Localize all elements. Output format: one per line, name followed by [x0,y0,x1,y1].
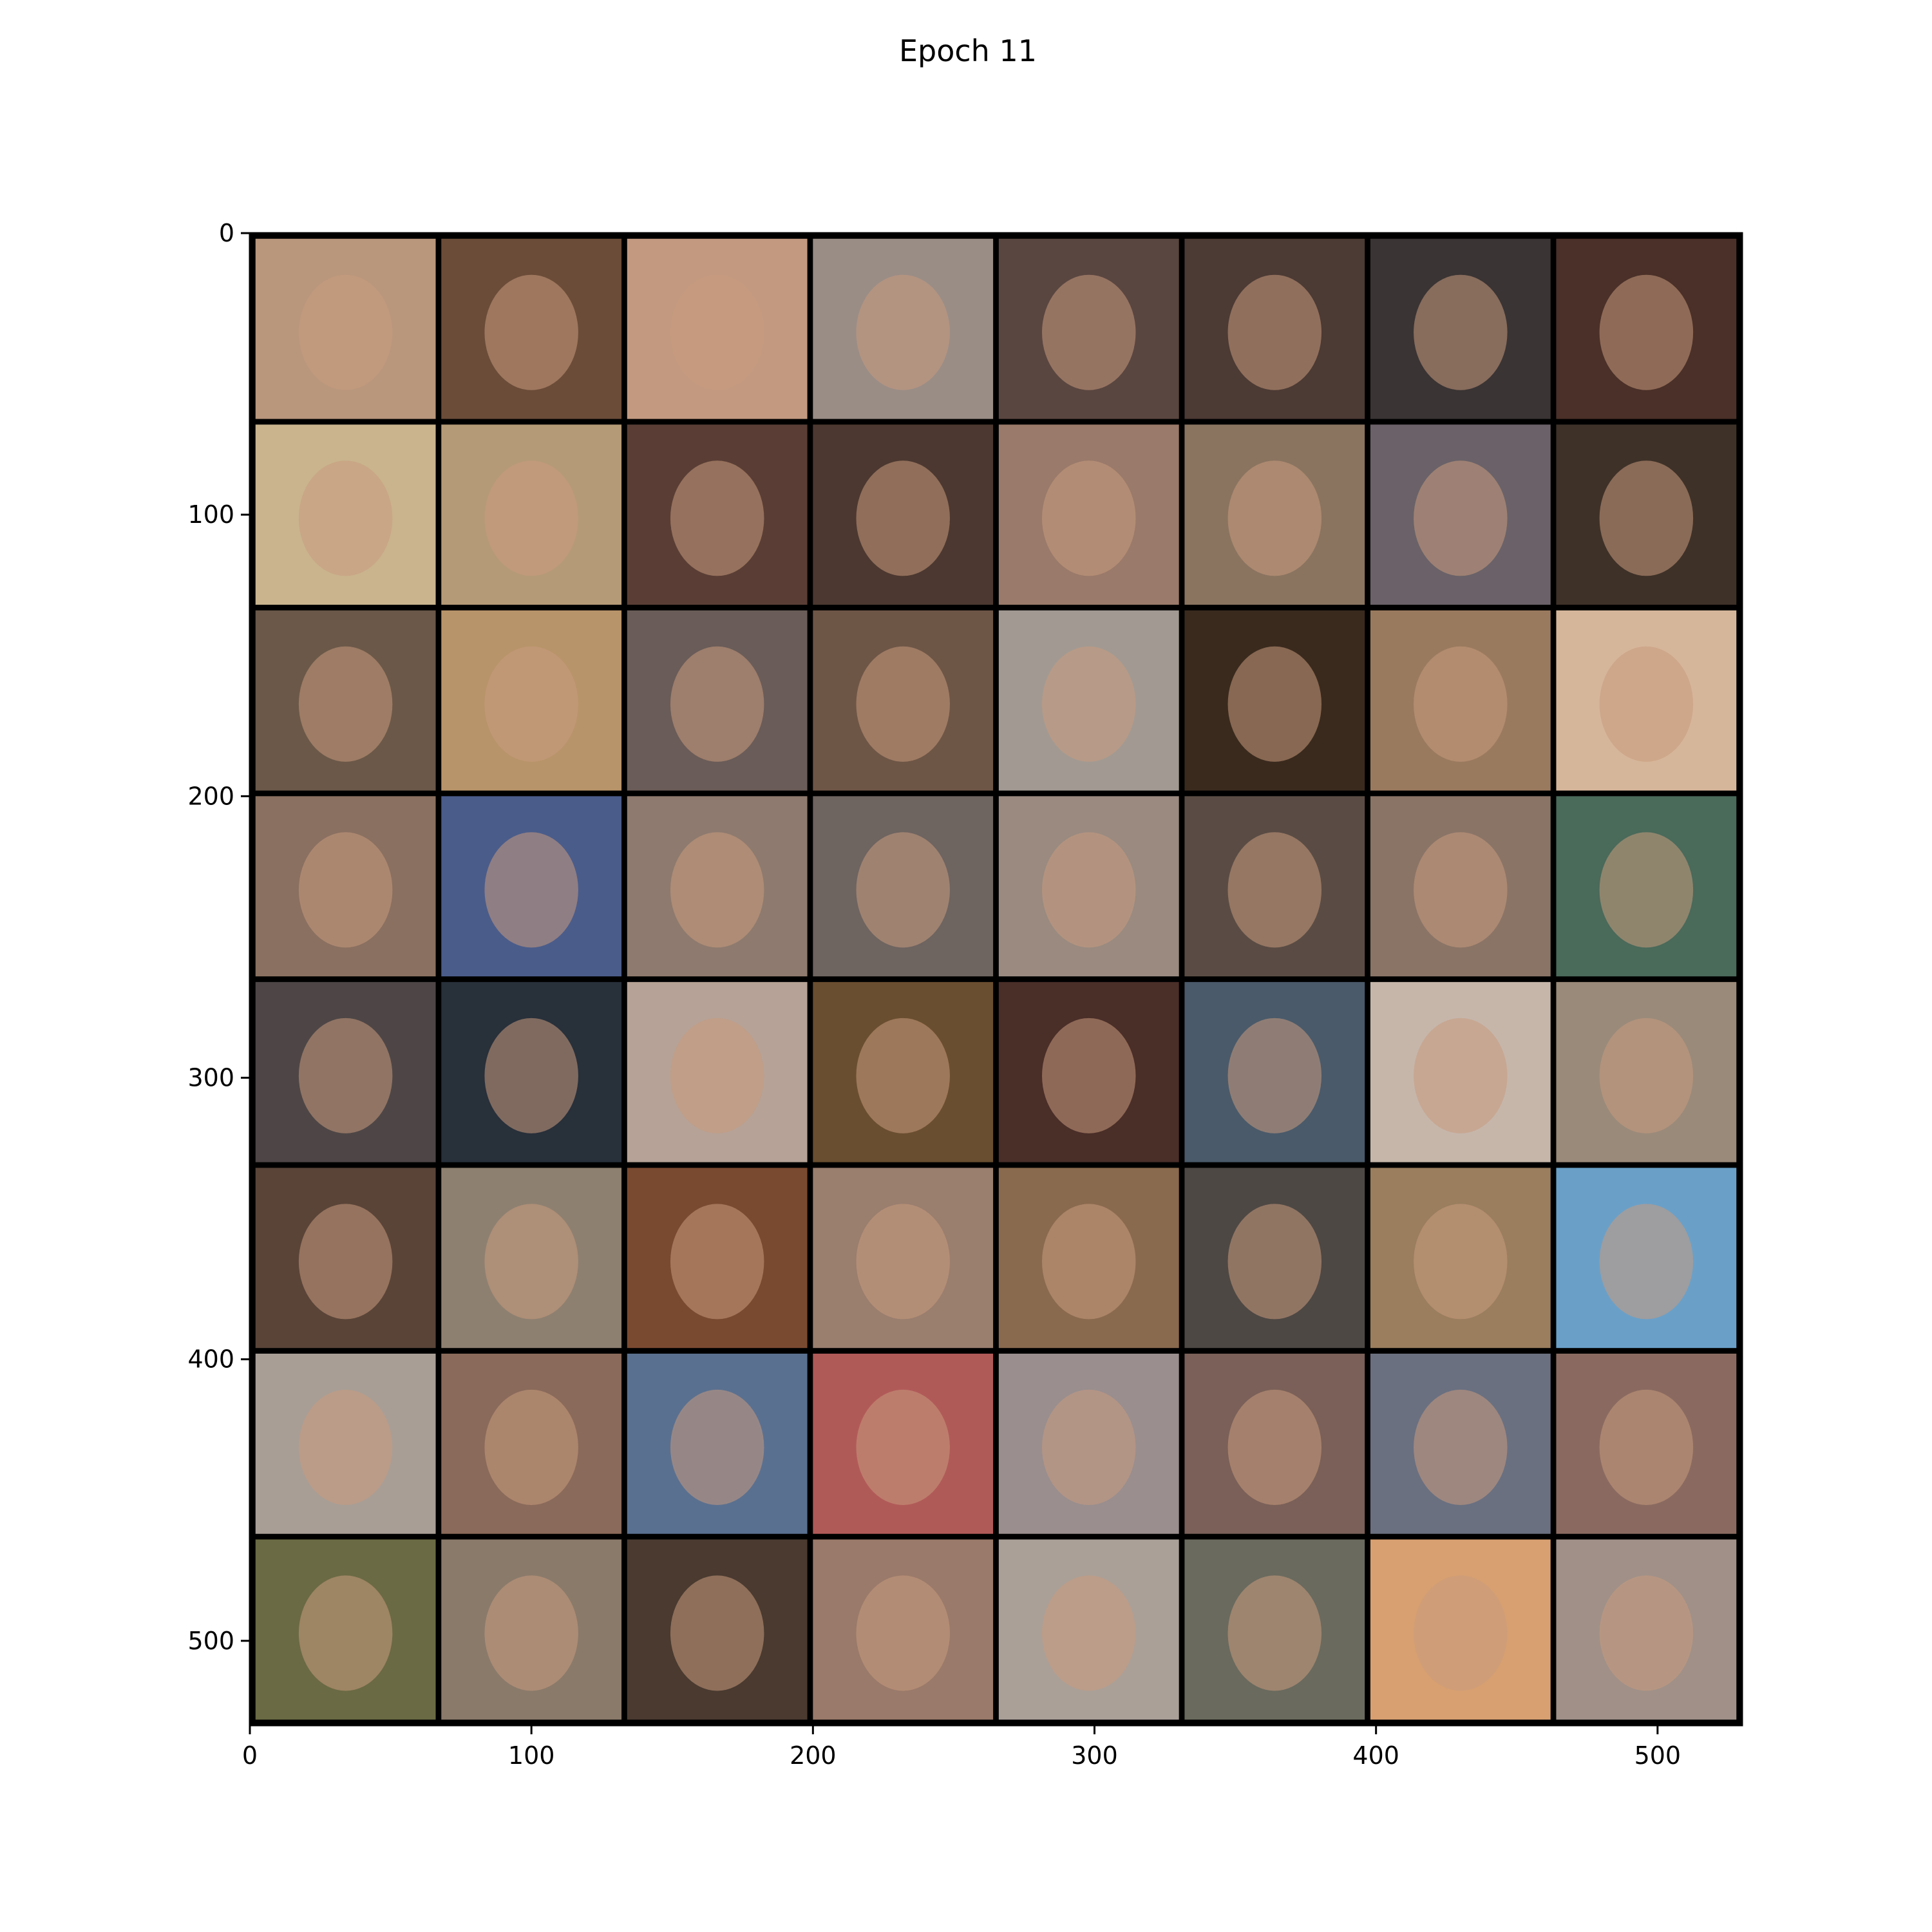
face-blob [856,1575,950,1691]
face-blob [1599,1204,1694,1320]
face-blob [1042,1018,1136,1133]
chart-title: Epoch 11 [899,33,1037,68]
y-tick-label: 300 [187,1064,234,1092]
face-blob [856,460,950,576]
y-tick-label: 400 [187,1345,234,1374]
face-blob [1599,1018,1694,1133]
face-blob [298,646,393,762]
face-blob [1227,1575,1322,1691]
face-blob [856,1018,950,1133]
face-blob [670,460,764,576]
face-blob [856,646,950,762]
y-tick-label: 200 [187,782,234,810]
face-blob [484,460,578,576]
face-blob [670,1575,764,1691]
face-blob [856,832,950,948]
face-blob [1414,1204,1508,1320]
face-blob [856,1204,950,1320]
face-blob [1042,1575,1136,1691]
face-blob [1227,1018,1322,1133]
face-blob [298,1575,393,1691]
face-blob [1414,460,1508,576]
face-blob [298,1018,393,1133]
x-tick-label: 300 [1071,1741,1118,1770]
face-blob [670,1018,764,1133]
y-tick-label: 0 [219,219,234,247]
face-blob [1599,832,1694,948]
face-blob [856,1389,950,1505]
face-blob [1042,1204,1136,1320]
face-blob [1227,646,1322,762]
face-blob [484,646,578,762]
face-blob [670,1389,764,1505]
x-tick-label: 400 [1352,1741,1399,1770]
face-blob [1414,1018,1508,1133]
face-blob [856,274,950,390]
face-blob [1414,274,1508,390]
face-blob [1414,832,1508,948]
face-blob [670,646,764,762]
face-blob [484,1204,578,1320]
face-blob [1227,832,1322,948]
face-blob [298,274,393,390]
face-blob [1227,460,1322,576]
x-tick-label: 500 [1634,1741,1681,1770]
y-tick-label: 100 [187,500,234,529]
plot-area: 0 100 200 300 400 500 0 100 200 300 400 500 [187,219,1743,1770]
face-blob [1227,1389,1322,1505]
face-blob [1599,1389,1694,1505]
face-blob [1599,646,1694,762]
face-blob [1414,1389,1508,1505]
face-blob [484,274,578,390]
face-blob [1042,1389,1136,1505]
face-blob [1042,274,1136,390]
face-blob [670,274,764,390]
face-blob [484,1389,578,1505]
face-blob [298,1389,393,1505]
x-tick-label: 200 [790,1741,837,1770]
x-tick-label: 0 [242,1741,258,1770]
face-blob [1042,646,1136,762]
y-tick-label: 500 [187,1627,234,1655]
face-blob [1042,832,1136,948]
face-blob [484,832,578,948]
figure: Epoch 11 0 100 200 300 400 500 0 100 200 300 400 50… [187,33,1743,1770]
face-blob [1414,1575,1508,1691]
face-blob [1227,274,1322,390]
x-tick-label: 100 [508,1741,555,1770]
face-blob [298,832,393,948]
face-blob [298,460,393,576]
face-blob [1599,460,1694,576]
face-blob [1414,646,1508,762]
face-blob [1599,274,1694,390]
face-blob [670,1204,764,1320]
face-blob [298,1204,393,1320]
face-blob [1599,1575,1694,1691]
face-blob [1227,1204,1322,1320]
face-blob [670,832,764,948]
face-blob [1042,460,1136,576]
face-blob [484,1018,578,1133]
face-blob [484,1575,578,1691]
